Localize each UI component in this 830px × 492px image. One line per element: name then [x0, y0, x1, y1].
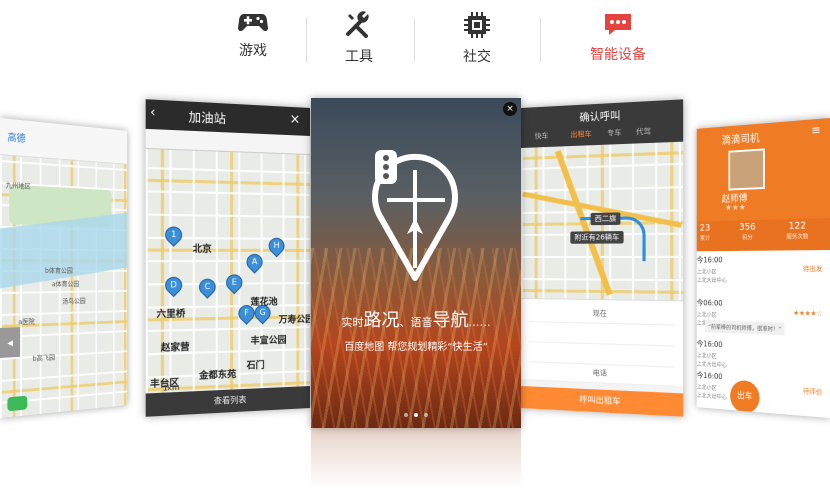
screenshot-card-gaode[interactable]: 高德 九州地区 b体育公园 a体育公园 汤鸟公园 a医院 b高飞园 ◂ — [0, 118, 128, 418]
close-icon[interactable]: × — [290, 112, 301, 128]
tab-designated-driver[interactable]: 代驾 — [636, 126, 651, 137]
page-dot[interactable] — [424, 413, 428, 417]
stats-bar: 23 累计 356 积分 122 服务次数 — [696, 218, 830, 252]
avatar — [728, 148, 765, 191]
screenshot-card-baidu-map[interactable]: × 实时路况、语音导航…… 百度地图 帮您规划精彩“快生活” — [311, 98, 521, 428]
eta-chip: 附近有26辆车 — [570, 231, 624, 244]
page-dot[interactable] — [414, 413, 418, 417]
gamepad-icon — [238, 14, 268, 32]
tab-games[interactable]: 游戏 — [226, 10, 280, 74]
car-icon — [7, 395, 28, 412]
map-label: 莲花池 — [250, 297, 278, 309]
tab-premier[interactable]: 专车 — [607, 127, 622, 138]
page-indicator — [311, 402, 521, 421]
order-address: 上北小区 上北大出中心 — [696, 268, 727, 285]
order-rating: ★★★★☆ — [793, 309, 823, 318]
tab-tools[interactable]: 工具 — [332, 10, 386, 74]
app-logo: 高德 — [7, 132, 26, 146]
map-label: a医院 — [18, 317, 35, 327]
card-reflection — [311, 428, 521, 488]
app-carousel: 高德 九州地区 b体育公园 a体育公园 汤鸟公园 a医院 b高飞园 ◂ ‹ 加油… — [0, 90, 830, 492]
map-label: b体育公园 — [44, 267, 73, 275]
slogan-line: 实时路况、语音导航…… — [341, 310, 491, 331]
category-tabbar: 游戏 工具 社交 智能设备 — [0, 0, 830, 80]
map-label: 石门 — [246, 360, 265, 372]
tab-smart-devices[interactable]: 智能设备 — [586, 10, 650, 74]
order-time: 今16:00 — [696, 255, 723, 265]
map-pin-logo-icon — [372, 150, 458, 281]
map-area[interactable]: 附近有26辆车 西二旗 — [521, 141, 684, 301]
order-item[interactable]: 今16:00 上北小区 上北大出中心 待评价 — [696, 366, 830, 418]
map-label: 赵家营 — [160, 342, 190, 354]
order-time: 今16:00 — [696, 370, 723, 382]
order-time: 今16:00 — [696, 339, 723, 349]
back-icon[interactable]: ‹ — [150, 105, 156, 121]
rating-stars: ★★★ — [725, 203, 746, 214]
slogan-subtitle: 百度地图 帮您规划精彩“快生活” — [344, 342, 488, 353]
map-label: b高飞园 — [32, 353, 55, 363]
time-field[interactable]: 现在 — [528, 303, 675, 326]
screenshot-card-didi-driver[interactable]: 滴滴司机 ≡ 赵师傅 ★★★ 23 累计 356 积分 122 服务次数 今16… — [696, 118, 830, 418]
stat-item: 356 积分 — [739, 221, 756, 242]
map-label: 金都东苑 — [199, 369, 237, 382]
call-form: 现在 电话 — [521, 298, 684, 387]
tab-label: 工具 — [345, 49, 373, 65]
tab-express[interactable]: 快车 — [535, 131, 549, 142]
place-chip: 西二旗 — [590, 212, 621, 226]
stat-item: 23 累计 — [699, 223, 711, 242]
map-label: 六里桥 — [156, 309, 186, 321]
page-title: 滴滴司机 — [721, 131, 760, 147]
close-icon[interactable]: × — [503, 102, 517, 116]
driver-header: 滴滴司机 ≡ 赵师傅 ★★★ — [696, 118, 830, 222]
tools-icon — [346, 11, 369, 38]
map-label: 万寿公园 — [278, 314, 310, 326]
order-item[interactable]: 今16:00 上北小区 上北大出中心 待出发 — [696, 250, 830, 297]
chat-bubble-icon — [605, 14, 631, 35]
order-status[interactable]: 待出发 — [803, 264, 823, 274]
screenshot-card-taxi[interactable]: 确认呼叫 出租车 专车 快车 代驾 附近有26辆车 西二旗 现在 电话 呼叫出租… — [521, 99, 684, 417]
tab-social[interactable]: 社交 — [450, 10, 504, 74]
map-label: 丰宣公园 — [250, 335, 287, 347]
map-label: 汤鸟公园 — [62, 297, 86, 306]
tab-label: 游戏 — [239, 43, 267, 59]
tab-label: 智能设备 — [590, 47, 646, 63]
screenshot-card-gas-station[interactable]: ‹ 加油站 × 1 A C D E F G H 北京 六里桥 赵家营 丰台区 金… — [145, 99, 310, 417]
page-dot[interactable] — [404, 413, 408, 417]
phone-field[interactable]: 电话 — [528, 361, 675, 387]
tab-divider — [540, 18, 541, 62]
call-taxi-button[interactable]: 呼叫出租车 — [521, 386, 684, 417]
tab-divider — [414, 18, 415, 62]
order-time: 今06:00 — [696, 298, 723, 308]
tab-divider — [306, 18, 307, 62]
stat-item: 122 服务次数 — [786, 220, 809, 241]
locate-button[interactable]: ◂ — [0, 327, 21, 358]
menu-icon[interactable]: ≡ — [811, 123, 820, 138]
map-label: 九州地区 — [5, 181, 31, 191]
tab-label: 社交 — [463, 49, 491, 65]
order-address: 上北小区 上北大出中心 — [696, 383, 727, 402]
map-label: a体育公园 — [51, 280, 80, 289]
page-title: 加油站 — [188, 109, 227, 127]
map-label: 北京 — [192, 244, 212, 255]
tab-taxi[interactable]: 出租车 — [570, 129, 591, 140]
order-status[interactable]: 待评价 — [803, 386, 823, 397]
app-header: 确认呼叫 出租车 专车 快车 代驾 — [521, 99, 684, 148]
chip-icon — [464, 12, 490, 38]
